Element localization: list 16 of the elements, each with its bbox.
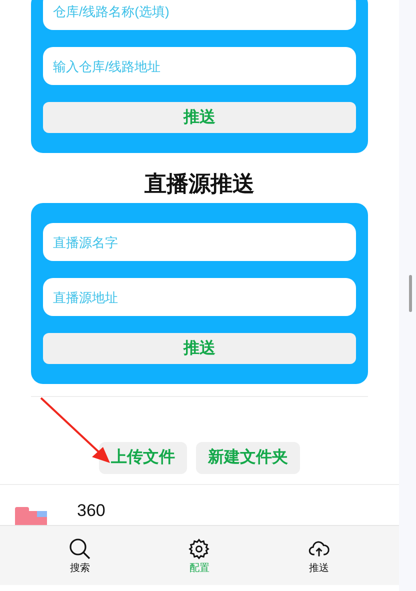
arrow <box>40 397 112 465</box>
input-field[interactable]: 仓库/线路名称(选填) <box>43 0 356 30</box>
nav-tab[interactable]: 搜索 <box>50 526 110 585</box>
file-name[interactable]: 360 <box>77 501 106 521</box>
push-button[interactable]: 推送 <box>43 333 356 364</box>
search-icon <box>68 538 91 560</box>
settings-icon <box>188 538 210 560</box>
input-field[interactable]: 直播源名字 <box>43 223 356 261</box>
push-button[interactable]: 推送 <box>43 102 356 133</box>
nav-tab[interactable]: 配置 <box>169 526 230 585</box>
input-field[interactable]: 直播源地址 <box>43 278 356 316</box>
input-field[interactable]: 输入仓库/线路地址 <box>43 47 356 85</box>
file-action-button[interactable]: 上传文件 <box>99 442 187 474</box>
file-action-button[interactable]: 新建文件夹 <box>196 442 300 474</box>
nav-tab[interactable]: 推送 <box>289 526 350 585</box>
section-title: 直播源推送 <box>144 170 256 198</box>
